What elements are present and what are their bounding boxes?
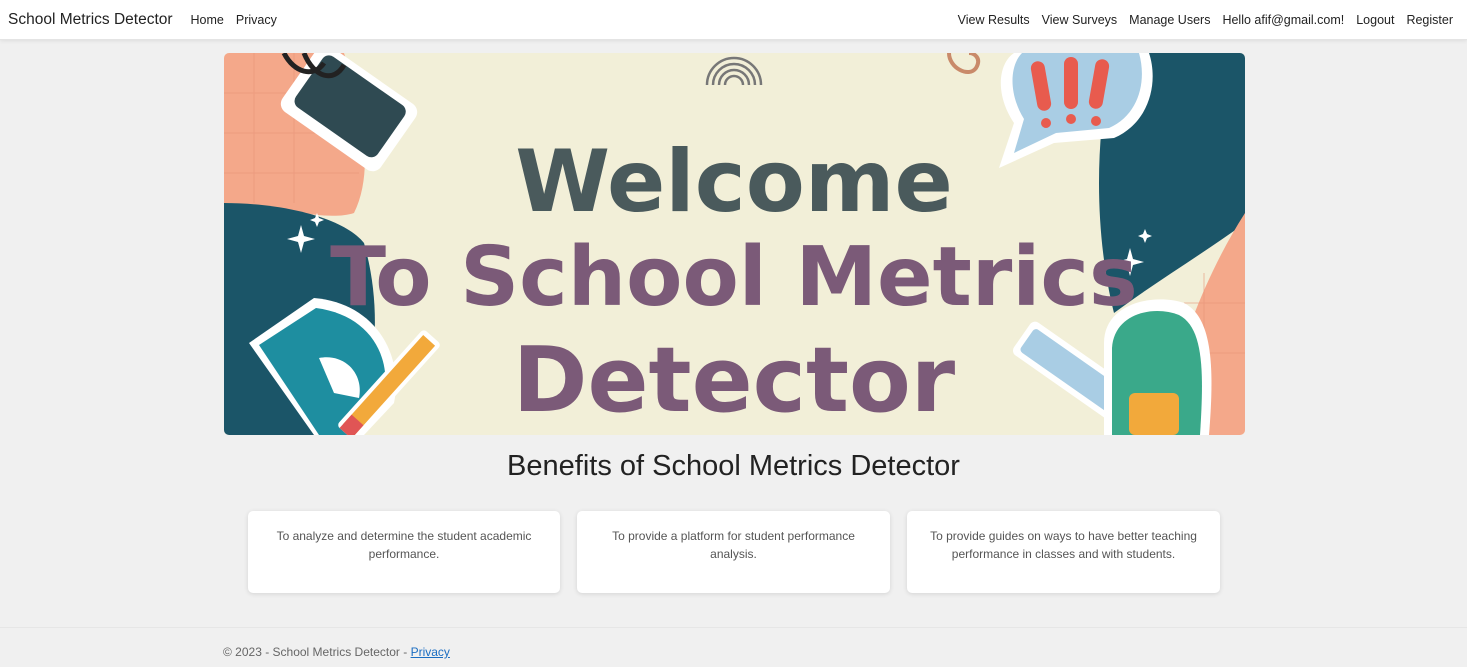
nav-register-link[interactable]: Register — [1406, 13, 1453, 27]
benefits-heading: Benefits of School Metrics Detector — [507, 450, 960, 482]
footer-copyright: © 2023 - School Metrics Detector - — [223, 645, 411, 659]
banner-line-2: To School Metrics — [330, 230, 1138, 325]
footer-privacy-link[interactable]: Privacy — [411, 645, 450, 659]
top-navbar: School Metrics Detector Home Privacy Vie… — [0, 0, 1467, 40]
nav-view-surveys-link[interactable]: View Surveys — [1042, 13, 1118, 27]
banner-line-1: Welcome — [515, 132, 953, 232]
nav-privacy-link[interactable]: Privacy — [236, 13, 277, 27]
benefit-card: To provide guides on ways to have better… — [907, 511, 1220, 593]
benefit-card-text: To provide a platform for student perfor… — [612, 529, 855, 561]
page-footer: © 2023 - School Metrics Detector - Priva… — [0, 627, 1467, 667]
benefit-card-text: To analyze and determine the student aca… — [276, 529, 532, 561]
banner-line-3: Detector — [513, 328, 956, 433]
welcome-banner: Welcome To School Metrics Detector — [224, 53, 1245, 435]
nav-logout-link[interactable]: Logout — [1356, 13, 1394, 27]
nav-right: View Results View Surveys Manage Users H… — [958, 13, 1465, 27]
benefit-card-text: To provide guides on ways to have better… — [930, 529, 1197, 561]
welcome-banner-art: Welcome To School Metrics Detector — [224, 53, 1245, 435]
nav-home-link[interactable]: Home — [191, 13, 224, 27]
nav-user-greeting-link[interactable]: Hello afif@gmail.com! — [1222, 13, 1344, 27]
benefit-card: To analyze and determine the student aca… — [248, 511, 560, 593]
nav-view-results-link[interactable]: View Results — [958, 13, 1030, 27]
brand-link[interactable]: School Metrics Detector — [8, 11, 173, 29]
nav-left: Home Privacy — [191, 13, 289, 27]
nav-manage-users-link[interactable]: Manage Users — [1129, 13, 1210, 27]
benefit-card: To provide a platform for student perfor… — [577, 511, 890, 593]
